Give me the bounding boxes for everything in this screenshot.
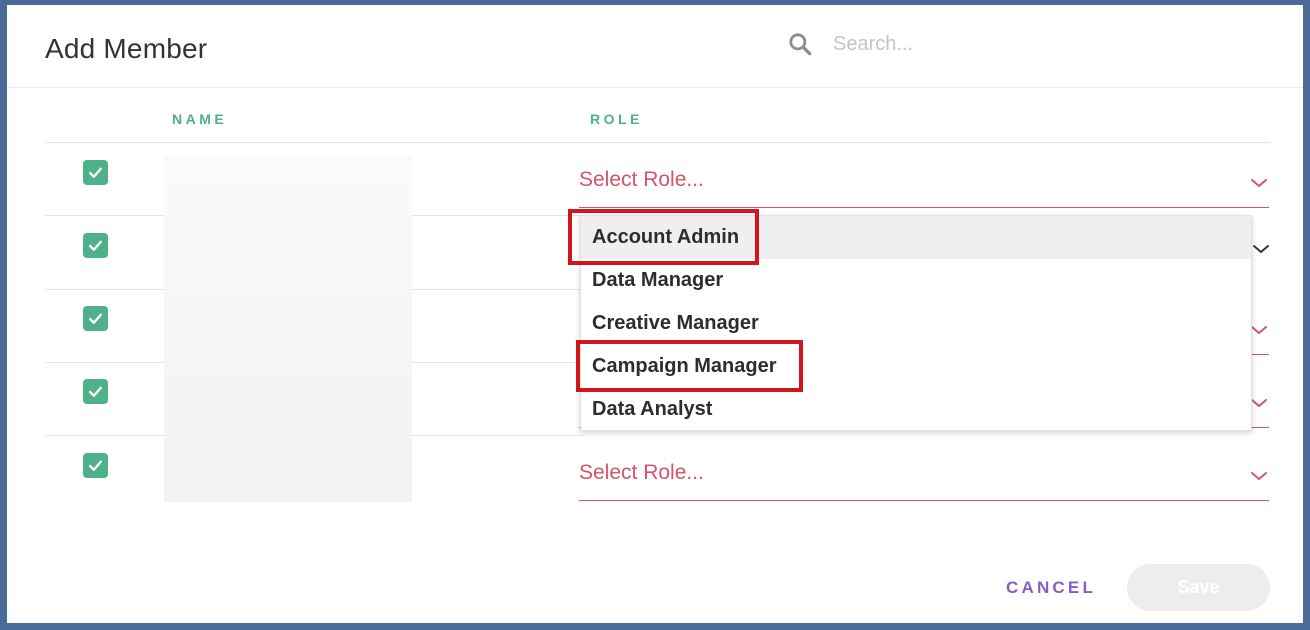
highlight-box-campaign-manager bbox=[576, 340, 803, 392]
row-3-checkbox[interactable] bbox=[83, 306, 108, 331]
check-icon bbox=[89, 240, 102, 251]
check-icon bbox=[89, 313, 102, 324]
name-column-redacted bbox=[164, 156, 412, 502]
dropdown-option-creative-manager[interactable]: Creative Manager bbox=[581, 302, 1251, 345]
chevron-down-icon[interactable] bbox=[1252, 243, 1270, 255]
check-icon bbox=[89, 386, 102, 397]
modal-header: Add Member bbox=[7, 5, 1303, 88]
header-divider bbox=[45, 142, 1270, 143]
chevron-down-icon bbox=[1251, 179, 1267, 187]
row-1-checkbox[interactable] bbox=[83, 160, 108, 185]
row-1-role-select[interactable]: Select Role... bbox=[579, 156, 1269, 208]
row-5-checkbox[interactable] bbox=[83, 453, 108, 478]
save-button[interactable]: Save bbox=[1127, 564, 1270, 611]
dropdown-option-data-analyst[interactable]: Data Analyst bbox=[581, 388, 1251, 431]
search-bar bbox=[787, 29, 1133, 59]
add-member-modal: Add Member NAME ROLE Select Role... bbox=[7, 5, 1303, 623]
chevron-down-icon bbox=[1251, 326, 1267, 334]
modal-title: Add Member bbox=[45, 33, 208, 64]
row-5-role-select[interactable]: Select Role... bbox=[579, 449, 1269, 501]
cancel-button[interactable]: CANCEL bbox=[1006, 578, 1096, 598]
role-select-value: Select Role... bbox=[579, 168, 704, 191]
chevron-down-icon bbox=[1251, 472, 1267, 480]
highlight-box-account-admin bbox=[568, 209, 759, 265]
column-header-role: ROLE bbox=[590, 111, 643, 127]
chevron-down-icon bbox=[1251, 399, 1267, 407]
role-select-value: Select Role... bbox=[579, 461, 704, 484]
check-icon bbox=[89, 460, 102, 471]
row-2-checkbox[interactable] bbox=[83, 233, 108, 258]
row-4-checkbox[interactable] bbox=[83, 379, 108, 404]
dropdown-option-data-manager[interactable]: Data Manager bbox=[581, 259, 1251, 302]
column-header-name: NAME bbox=[172, 111, 228, 127]
search-input[interactable] bbox=[833, 32, 1133, 56]
search-icon bbox=[789, 33, 812, 56]
check-icon bbox=[89, 167, 102, 178]
